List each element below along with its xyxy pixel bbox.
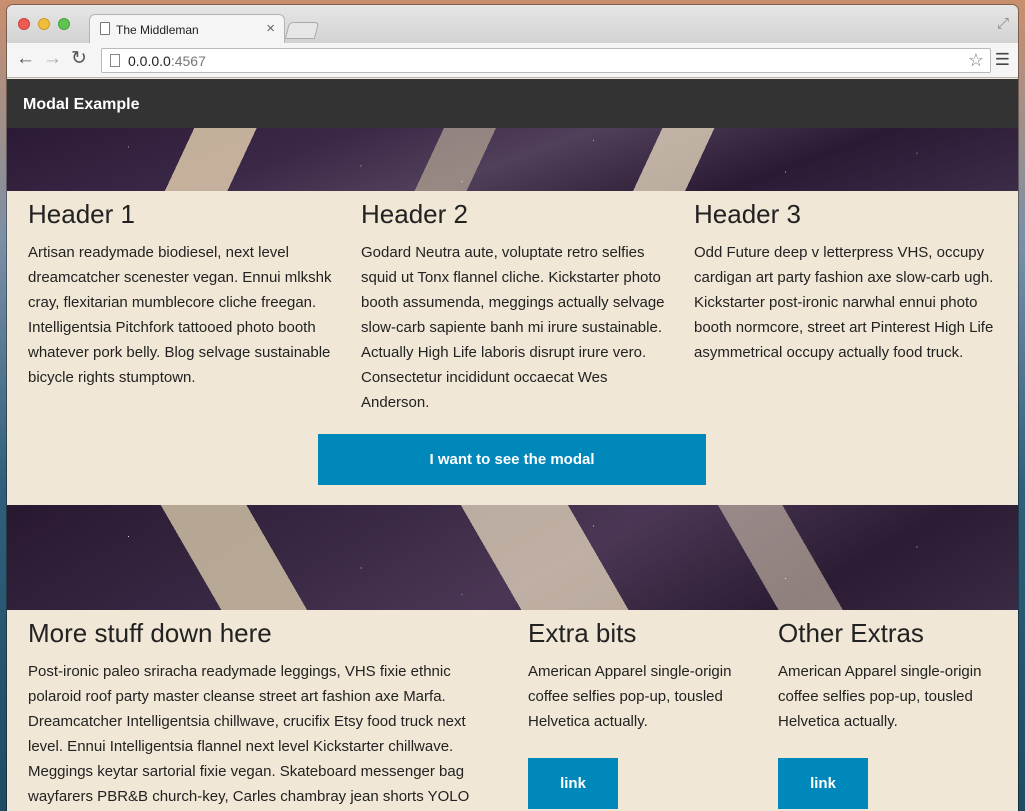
column-2: Header 2 Godard Neutra aute, voluptate r…	[361, 199, 671, 415]
close-window-button[interactable]	[18, 18, 30, 30]
column-heading: Header 1	[28, 199, 135, 229]
column-text: Post-ironic paleo sriracha readymade leg…	[28, 663, 470, 805]
address-bar[interactable]: 0.0.0.0:4567 ☆	[101, 48, 991, 73]
column-3: Header 3 Odd Future deep v letterpress V…	[694, 199, 999, 365]
forward-arrow-icon[interactable]: →	[43, 49, 62, 69]
column-heading: Other Extras	[778, 618, 924, 648]
extra-bits-column: Extra bits American Apparel single-origi…	[528, 618, 758, 809]
url-text[interactable]: 0.0.0.0:4567	[128, 53, 206, 69]
tab-title: The Middleman	[116, 23, 199, 37]
column-text: Godard Neutra aute, voluptate retro self…	[361, 244, 665, 411]
page-icon	[110, 54, 120, 67]
column-heading: Header 3	[694, 199, 801, 229]
tab-strip: The Middleman × ⤢	[7, 5, 1018, 44]
minimize-window-button[interactable]	[38, 18, 50, 30]
header-columns-section: Header 1 Artisan readymade biodiesel, ne…	[7, 191, 1018, 505]
hero-banner-middle	[7, 505, 1018, 610]
other-extras-column: Other Extras American Apparel single-ori…	[778, 618, 1008, 809]
back-arrow-icon[interactable]: ←	[16, 49, 35, 69]
site-navbar: Modal Example	[7, 79, 1018, 128]
bookmark-star-icon[interactable]: ☆	[968, 50, 984, 71]
column-heading: Header 2	[361, 199, 468, 229]
document-icon	[100, 22, 110, 35]
zoom-window-button[interactable]	[58, 18, 70, 30]
stars-decoration	[7, 505, 1018, 610]
tab-close-icon[interactable]: ×	[266, 20, 275, 38]
stars-decoration	[7, 128, 1018, 191]
reload-icon[interactable]: ↻	[71, 49, 87, 69]
column-heading: More stuff down here	[28, 618, 272, 648]
browser-toolbar: ← → ↻ 0.0.0.0:4567 ☆ ☰	[7, 43, 1018, 78]
open-modal-button[interactable]: I want to see the modal	[318, 434, 706, 485]
menu-icon[interactable]: ☰	[995, 50, 1010, 70]
url-host: 0.0.0.0	[128, 53, 171, 69]
column-text: Odd Future deep v letterpress VHS, occup…	[694, 244, 994, 361]
fullscreen-icon[interactable]: ⤢	[997, 15, 1009, 32]
column-text: American Apparel single-origin coffee se…	[778, 663, 982, 730]
column-heading: Extra bits	[528, 618, 637, 648]
hero-banner-top	[7, 128, 1018, 191]
column-text: American Apparel single-origin coffee se…	[528, 663, 732, 730]
url-port: :4567	[170, 53, 206, 69]
more-stuff-column: More stuff down here Post-ironic paleo s…	[28, 618, 503, 809]
extra-bits-link-button[interactable]: link	[528, 758, 618, 809]
browser-window: The Middleman × ⤢ ← → ↻ 0.0.0.0:4567 ☆ ☰…	[7, 5, 1018, 811]
column-1: Header 1 Artisan readymade biodiesel, ne…	[28, 199, 338, 390]
brand-link[interactable]: Modal Example	[23, 96, 139, 114]
new-tab-button[interactable]	[284, 22, 320, 39]
more-stuff-section: More stuff down here Post-ironic paleo s…	[7, 610, 1018, 810]
column-text: Artisan readymade biodiesel, next level …	[28, 244, 332, 386]
page-content: Modal Example Header 1 Artisan readymade…	[7, 79, 1018, 811]
other-extras-link-button[interactable]: link	[778, 758, 868, 809]
tab-active[interactable]: The Middleman ×	[89, 14, 285, 44]
